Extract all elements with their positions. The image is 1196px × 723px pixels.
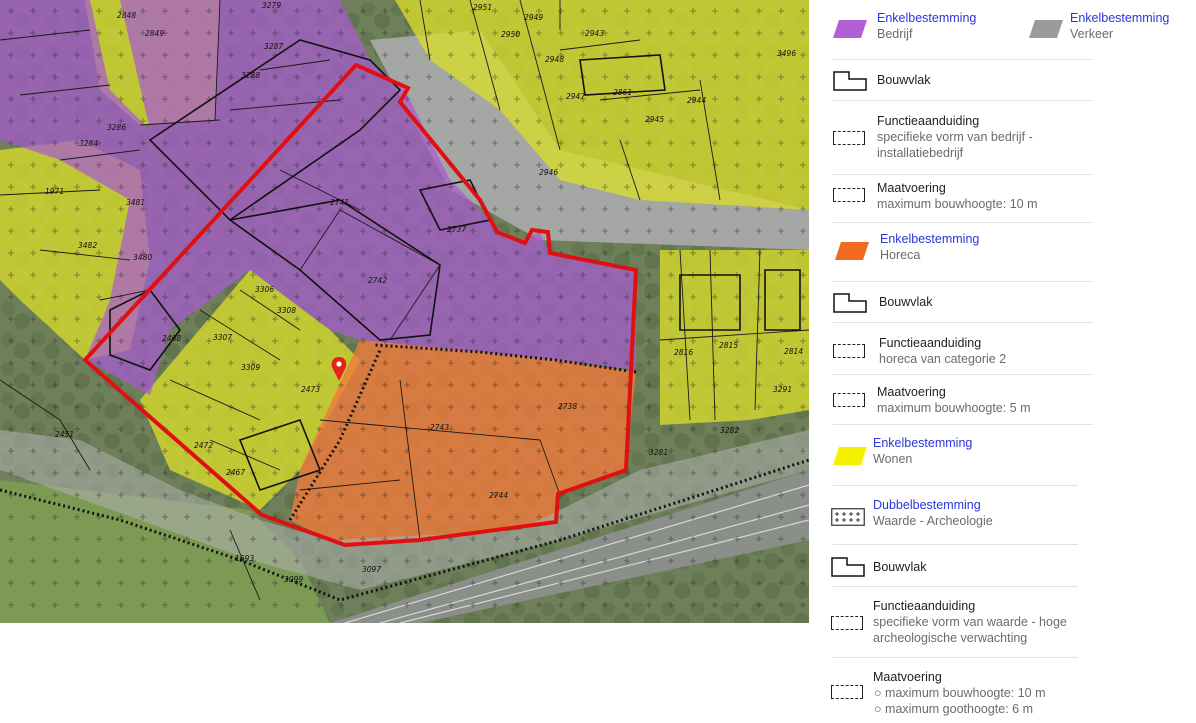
archeologie-swatch-icon [831, 508, 865, 526]
legend-sub: Waarde - Archeologie [873, 514, 993, 528]
parcel-label: 3286 [107, 123, 126, 132]
legend-label: Bouwvlak [877, 73, 931, 87]
legend-title: Functieaanduiding [877, 114, 980, 128]
parcel-label: 3097 [362, 565, 381, 574]
parcel-label: 2744 [489, 491, 508, 500]
legend-title: Enkelbestemming [877, 11, 977, 25]
legend-title: Maatvoering [877, 181, 946, 195]
bouwvlak-icon [833, 71, 867, 91]
parcel-label: 3099 [284, 575, 303, 584]
legend-title: Enkelbestemming [873, 436, 973, 450]
parcel-label: 2468 [162, 334, 181, 343]
parcel-label: 3481 [126, 198, 145, 207]
legend-title: Dubbelbestemming [873, 498, 981, 512]
horeca-swatch-icon [835, 242, 869, 260]
legend-sub: Bedrijf [877, 27, 913, 41]
wonen-swatch-icon [833, 447, 867, 465]
parcel-label: 2944 [687, 96, 706, 105]
parcel-label: 3284 [79, 139, 98, 148]
maatvoering-icon [831, 685, 863, 699]
parcel-label: 2467 [226, 468, 245, 477]
parcel-label: 2949 [524, 13, 543, 22]
legend-sub: maximum bouwhoogte: 5 m [877, 401, 1031, 415]
legend-sub: Wonen [873, 452, 913, 466]
parcel-label: 2950 [501, 30, 520, 39]
parcel-label: 3482 [78, 241, 97, 250]
parcel-label: 3291 [773, 385, 792, 394]
bouwvlak-icon [831, 557, 865, 577]
legend-sub: ○ maximum bouwhoogte: 10 m [874, 686, 1046, 700]
bedrijf-swatch-icon [833, 20, 867, 38]
verkeer-swatch-icon [1029, 20, 1063, 38]
parcel-label: 2451 [55, 430, 74, 439]
legend-sub: Verkeer [1070, 27, 1114, 41]
parcel-label: 2849 [145, 29, 164, 38]
parcel-label: 3496 [777, 49, 796, 58]
maatvoering-icon [833, 188, 865, 202]
parcel-label: 2943 [585, 29, 604, 38]
parcel-label: 2945 [645, 115, 664, 124]
parcel-label: 2473 [301, 385, 320, 394]
parcel-label: 2741 [330, 198, 349, 207]
parcel-label: 3309 [241, 363, 260, 372]
legend-bullet-text: maximum bouwhoogte: 10 m [885, 686, 1046, 700]
parcel-label: 3307 [213, 333, 232, 342]
legend-title: Maatvoering [877, 385, 946, 399]
parcel-label: 3308 [277, 306, 296, 315]
parcel-label: 2738 [558, 402, 577, 411]
legend-title: Enkelbestemming [880, 232, 980, 246]
legend-sub: horeca van categorie 2 [879, 352, 1007, 366]
legend-sub: archeologische verwachting [873, 631, 1028, 645]
parcel-label: 2737 [447, 225, 466, 234]
parcel-label: 3281 [649, 448, 668, 457]
legend-sub: maximum bouwhoogte: 10 m [877, 197, 1038, 211]
parcel-label: 2814 [784, 347, 803, 356]
parcel-label: 2948 [545, 55, 564, 64]
parcel-label: 2815 [719, 341, 738, 350]
zoning-map[interactable]: 3279 2848 2849 3287 3288 3286 3284 1971 … [0, 0, 810, 624]
parcel-label: 2742 [368, 276, 387, 285]
bouwvlak-icon [833, 293, 867, 313]
parcel-label: 1971 [45, 187, 64, 196]
parcel-label: 3288 [241, 71, 260, 80]
legend-bullet-text: maximum goothoogte: 6 m [885, 702, 1034, 716]
functieaanduiding-icon [831, 616, 863, 630]
parcel-label: 2946 [539, 168, 558, 177]
parcel-label: 2848 [117, 11, 136, 20]
functieaanduiding-icon [833, 131, 865, 145]
parcel-label: 2743 [430, 423, 449, 432]
parcel-label: 3282 [720, 426, 739, 435]
parcel-label: 3287 [264, 42, 283, 51]
legend-label: Bouwvlak [873, 560, 927, 574]
legend-sub: ○ maximum goothoogte: 6 m [874, 702, 1034, 716]
parcel-label: 1693 [235, 554, 254, 563]
legend-sub: specifieke vorm van bedrijf - [877, 130, 1033, 144]
legend-title: Enkelbestemming [1070, 11, 1170, 25]
legend-title: Functieaanduiding [873, 599, 976, 613]
map-legend: Enkelbestemming Bedrijf Enkelbestemming … [809, 0, 1196, 723]
legend-sub: installatiebedrijf [877, 146, 964, 160]
parcel-label: 2947 [566, 92, 585, 101]
parcel-label: 2472 [194, 441, 213, 450]
legend-sub: specifieke vorm van waarde - hoge [873, 615, 1067, 629]
parcel-label: 3306 [255, 285, 274, 294]
parcel-label: 2816 [674, 348, 693, 357]
legend-title: Functieaanduiding [879, 336, 982, 350]
parcel-label: 3279 [262, 1, 281, 10]
parcel-label: 2951 [473, 3, 492, 12]
legend-sub: Horeca [880, 248, 921, 262]
parcel-label: 2861 [613, 88, 632, 97]
legend-title: Maatvoering [873, 670, 942, 684]
parcel-label: 3480 [133, 253, 152, 262]
functieaanduiding-icon [833, 344, 865, 358]
maatvoering-icon [833, 393, 865, 407]
legend-label: Bouwvlak [879, 295, 933, 309]
